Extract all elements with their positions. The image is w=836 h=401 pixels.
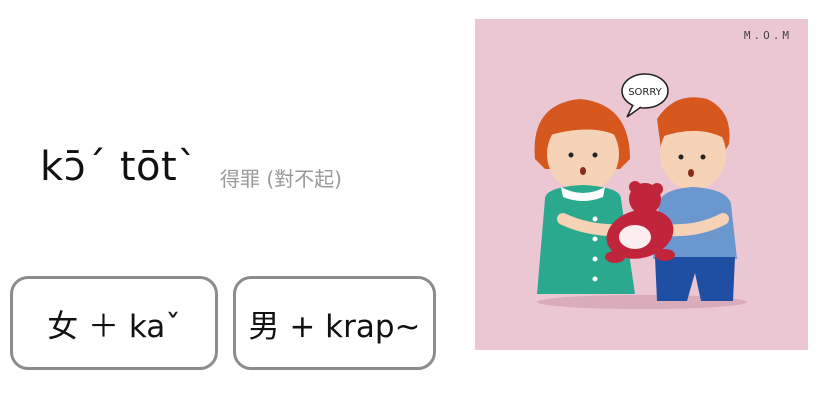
girl-figure	[534, 99, 635, 294]
speech-bubble: SORRY	[621, 73, 669, 118]
speech-text: SORRY	[628, 87, 662, 98]
children-teddy-drawing: SORRY	[534, 73, 747, 309]
female-form-card: 女 ＋ kaˇ	[10, 276, 218, 370]
male-form-text: 男 + krap~	[248, 308, 421, 345]
male-form-card: 男 + krap~	[233, 276, 436, 370]
chinese-meaning: 得罪 (對不起)	[220, 167, 342, 191]
boy-figure	[653, 97, 737, 301]
female-form-text: 女 ＋ kaˇ	[47, 308, 181, 345]
romanized-word: kɔ̄ˊ tōtˋ	[40, 144, 198, 190]
sorry-illustration: M.O.M SORRY	[475, 19, 808, 350]
